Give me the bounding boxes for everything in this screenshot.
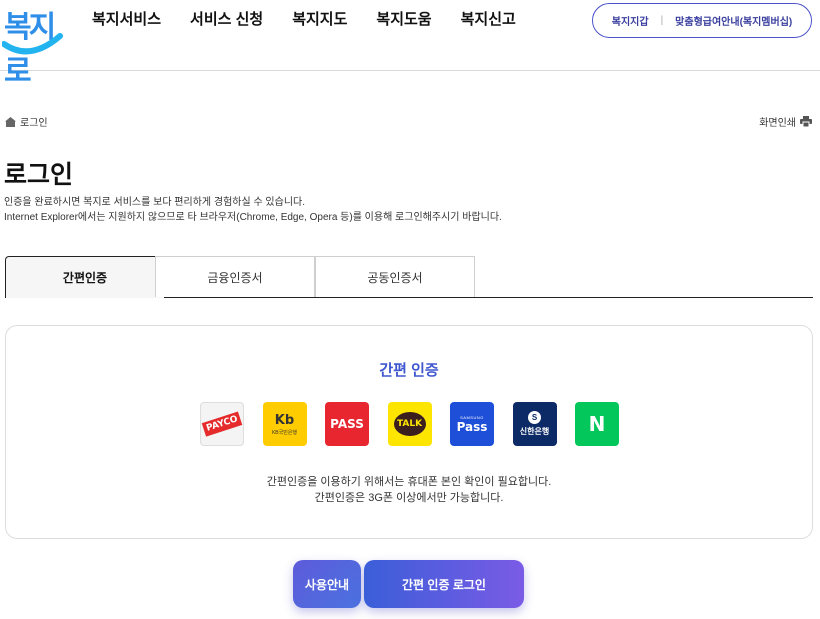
- welfare-wallet-link[interactable]: 복지지갑: [612, 13, 649, 28]
- kb-label: KB국민은행: [271, 429, 298, 436]
- print-label: 화면인쇄: [759, 118, 796, 129]
- provider-list: PAYCO Kb KB국민은행 PASS TALK SAMSUNG Pass S…: [200, 402, 638, 446]
- tab-financial-cert[interactable]: 금융인증서: [155, 256, 315, 297]
- home-icon[interactable]: [5, 116, 16, 127]
- printer-icon: [800, 116, 812, 127]
- kakaotalk-logo: TALK: [393, 412, 426, 436]
- panel-notice: 간편인증을 이용하기 위해서는 휴대폰 본인 확인이 필요합니다. 간편인증은 …: [6, 474, 812, 506]
- description-line-1: 인증을 완료하시면 복지로 서비스를 보다 편리하게 경험하실 수 있습니다.: [4, 197, 306, 208]
- membership-link[interactable]: 맞춤형급여안내(복지멤버십): [675, 13, 792, 28]
- shinhan-label: 신한은행: [519, 427, 550, 436]
- kb-logo: Kb: [274, 412, 295, 428]
- nav-welfare-report[interactable]: 복지신고: [461, 11, 516, 29]
- site-logo[interactable]: 복지로: [2, 2, 64, 89]
- shinhan-mark-icon: S: [528, 411, 541, 424]
- notice-line-2: 간편인증은 3G폰 이상에서만 가능합니다.: [314, 492, 504, 504]
- tab-joint-cert[interactable]: 공동인증서: [315, 256, 475, 297]
- breadcrumb: 로그인: [5, 114, 48, 129]
- breadcrumb-current: 로그인: [20, 118, 48, 129]
- simple-auth-panel: 간편 인증 PAYCO Kb KB국민은행 PASS TALK SAMSUNG …: [5, 325, 813, 539]
- tab-simple-auth[interactable]: 간편인증: [5, 256, 165, 298]
- shinhan-bank-button[interactable]: S 신한은행: [512, 402, 557, 446]
- usage-guide-button[interactable]: 사용안내: [293, 560, 361, 608]
- nav-welfare-help[interactable]: 복지도움: [376, 11, 431, 29]
- pass-logo: PASS: [330, 417, 364, 431]
- nav-welfare-map[interactable]: 복지지도: [292, 11, 347, 29]
- simple-auth-login-button[interactable]: 간편 인증 로그인: [364, 560, 524, 608]
- kakaotalk-button[interactable]: TALK: [387, 402, 432, 446]
- panel-title: 간편 인증: [379, 362, 439, 379]
- print-button[interactable]: 화면인쇄: [759, 114, 812, 129]
- samsung-pass-logo: Pass: [456, 419, 488, 434]
- nav-service-apply[interactable]: 서비스 신청: [190, 11, 263, 29]
- naver-logo: N: [588, 412, 606, 436]
- logo-swoosh-icon: [2, 33, 63, 55]
- description-line-2: Internet Explorer에서는 지원하지 않으므로 타 브라우저(Ch…: [4, 212, 502, 223]
- payco-logo: PAYCO: [201, 411, 243, 437]
- util-links: 복지지갑 | 맞춤형급여안내(복지멤버십): [592, 3, 812, 38]
- nav-welfare-service[interactable]: 복지서비스: [92, 11, 161, 29]
- main-nav: 복지서비스 서비스 신청 복지지도 복지도움 복지신고: [92, 11, 545, 29]
- pass-button[interactable]: PASS: [325, 402, 369, 446]
- login-tabs: 간편인증 금융인증서 공동인증서: [5, 256, 813, 298]
- page-title: 로그인: [4, 161, 74, 189]
- site-header: 복지로 복지서비스 서비스 신청 복지지도 복지도움 복지신고 복지지갑 | 맞…: [0, 0, 820, 89]
- payco-button[interactable]: PAYCO: [200, 402, 244, 446]
- naver-button[interactable]: N: [575, 402, 619, 446]
- kb-bank-button[interactable]: Kb KB국민은행: [262, 402, 307, 446]
- samsung-pass-button[interactable]: SAMSUNG Pass: [450, 402, 494, 446]
- notice-line-1: 간편인증을 이용하기 위해서는 휴대폰 본인 확인이 필요합니다.: [266, 476, 552, 488]
- util-divider: |: [660, 15, 664, 26]
- page-description: 인증을 완료하시면 복지로 서비스를 보다 편리하게 경험하실 수 있습니다. …: [4, 195, 502, 225]
